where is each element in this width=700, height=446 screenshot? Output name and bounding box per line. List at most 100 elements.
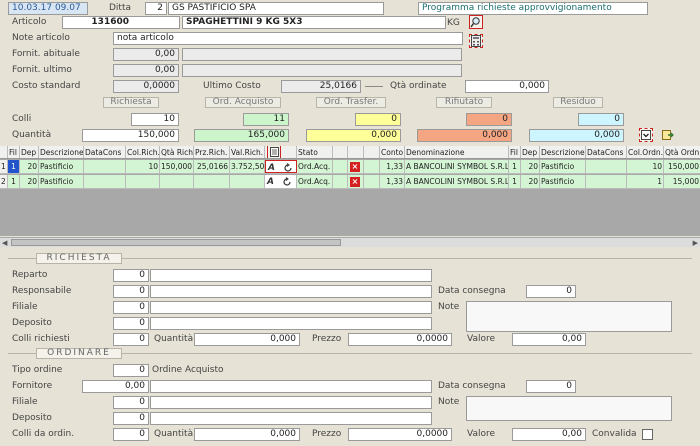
quantita-ord-trasfer-field: 0,000 (306, 129, 401, 142)
colli-richiesta-field[interactable]: 10 (131, 113, 179, 126)
ordinare-prezzo-field[interactable]: 0,0000 (348, 428, 452, 441)
note-label: Note (438, 302, 460, 312)
table-row[interactable]: 1 1 20 Pastificio 10 150,000 25,0166 3.7… (0, 160, 700, 174)
colli-da-ordin-field[interactable]: 0 (113, 428, 149, 441)
grid-header-dep-2: Dep (521, 146, 540, 158)
reparto-field[interactable]: 0 (113, 269, 149, 282)
grid-header-dep: Dep (20, 146, 39, 158)
grid-header-conto: Conto (381, 146, 405, 158)
quantita-ord-acquisto-field: 165,000 (194, 129, 289, 142)
row-descrizione: Pastificio (39, 175, 84, 188)
dropdown-button[interactable] (639, 128, 653, 142)
search-button[interactable] (469, 15, 483, 29)
grid-header-datacons: DataCons (84, 146, 126, 158)
ditta-name-field: GS PASTIFICIO SPA (168, 2, 384, 15)
fornit-ultimo-field[interactable]: 0,00 (113, 64, 179, 77)
prezzo-richiesta-field[interactable]: 0,0000 (348, 333, 452, 346)
fornitore-field[interactable]: 0,00 (82, 380, 149, 393)
row-dep-2: 20 (521, 160, 540, 173)
row-dep: 20 (20, 175, 39, 188)
ordinare-quantita-label: Quantità (154, 429, 194, 439)
note-textarea[interactable] (466, 301, 672, 332)
chevron-down-icon (641, 130, 651, 140)
articolo-code-field[interactable]: 131600 (62, 16, 180, 29)
grid-header-icon-col (265, 146, 297, 158)
refresh-icon[interactable] (282, 177, 292, 187)
data-consegna-field[interactable]: 0 (526, 285, 576, 298)
quantita-richiesta-field[interactable]: 150,000 (82, 129, 179, 142)
scroll-right-arrow[interactable]: ▶ (693, 239, 698, 247)
fornit-abituale-field[interactable]: 0,00 (113, 48, 179, 61)
row-datacons (84, 160, 126, 173)
row-actions: A (265, 160, 297, 173)
row-blank-3 (364, 175, 380, 188)
row-col-ordn: 10 (627, 160, 664, 173)
ultimo-costo-label: Ultimo Costo (203, 81, 261, 91)
row-actions: A (265, 175, 297, 188)
ordinare-deposito-field[interactable]: 0 (113, 412, 149, 425)
header-ord-acquisto: Ord. Acquisto (205, 97, 281, 108)
filiale-field[interactable]: 0 (113, 301, 149, 314)
grid-header-descrizione-2: Descrizione (541, 146, 586, 158)
row-blank-3 (364, 160, 380, 173)
convalida-checkbox[interactable] (642, 429, 653, 440)
program-title: Programma richieste approvvigionamento (418, 2, 648, 15)
ordinare-data-consegna-field[interactable]: 0 (526, 380, 576, 393)
scroll-thumb[interactable] (11, 239, 341, 246)
valore-richiesta-field: 0,00 (512, 333, 586, 346)
row-val-rich: 3.752,50 (231, 160, 265, 173)
row-fil[interactable]: 1 (8, 160, 20, 173)
refresh-icon[interactable] (283, 163, 293, 173)
row-qta-ordn: 150,000 (667, 162, 699, 171)
calculator-button[interactable] (469, 34, 483, 48)
row-delete-cell: × (348, 160, 364, 173)
delete-icon[interactable]: × (350, 162, 360, 172)
fornit-abituale-label: Fornit. abituale (12, 49, 80, 59)
ordinare-filiale-desc-field (150, 396, 432, 409)
header-residuo: Residuo (553, 97, 603, 108)
colli-ord-acquisto-field: 11 (243, 113, 289, 126)
grid-header-row: Fil Dep Descrizione DataCons Col.Rich. Q… (0, 146, 700, 159)
row-stato: Ord.Acq. (297, 160, 333, 173)
note-articolo-field[interactable]: nota articolo (113, 32, 463, 45)
grid-doc-button[interactable] (267, 146, 281, 158)
requests-grid[interactable]: Fil Dep Descrizione DataCons Col.Rich. Q… (0, 146, 700, 236)
responsabile-field[interactable]: 0 (113, 285, 149, 298)
ditta-label: Ditta (109, 3, 132, 13)
ordinare-note-textarea[interactable] (466, 396, 672, 421)
filiale-label: Filiale (12, 302, 38, 312)
row-denominazione: A BANCOLINI SYMBOL S.R.L. (406, 175, 509, 188)
grid-header-qta-ordn: Qtà Ordn. (665, 148, 700, 157)
scroll-left-arrow[interactable]: ◀ (2, 239, 7, 247)
row-dep-2: 20 (521, 175, 540, 188)
colli-richiesti-field[interactable]: 0 (113, 333, 149, 346)
export-icon[interactable] (662, 129, 674, 141)
ordinare-quantita-field[interactable]: 0,000 (194, 428, 300, 441)
row-denominazione: A BANCOLINI SYMBOL S.R.L. (406, 160, 509, 173)
tipo-ordine-field[interactable]: 0 (113, 364, 149, 377)
fornit-ultimo-name-field (182, 64, 462, 77)
grid-header-blank-3 (364, 146, 380, 158)
edit-text-icon[interactable]: A (267, 175, 274, 188)
row-fil[interactable]: 1 (8, 175, 20, 188)
reparto-desc-field (150, 269, 432, 282)
ordinare-filiale-field[interactable]: 0 (113, 396, 149, 409)
costo-standard-label: Costo standard (12, 81, 81, 91)
row-datacons (84, 175, 126, 188)
edit-text-icon[interactable]: A (268, 161, 275, 172)
row-descrizione-2: Pastificio (540, 175, 586, 188)
delete-icon[interactable]: × (350, 177, 360, 187)
row-col-ordn: 1 (627, 175, 664, 188)
ordinare-valore-label: Valore (467, 429, 496, 439)
quantita-richiesta-input[interactable]: 0,000 (194, 333, 300, 346)
data-consegna-label: Data consegna (438, 286, 506, 296)
table-row[interactable]: 2 1 20 Pastificio A Ord.Acq. × 1,33 A BA… (0, 175, 700, 189)
horizontal-scrollbar[interactable]: ◀ ▶ (0, 237, 700, 247)
colli-ord-trasfer-field: 0 (355, 113, 401, 126)
deposito-label: Deposito (12, 318, 52, 328)
header-ord-trasfer: Ord. Trasfer. (316, 97, 386, 108)
grid-header-qta-rich: Qtà Rich. (161, 146, 194, 158)
ditta-code-field[interactable]: 2 (145, 2, 167, 15)
reparto-label: Reparto (12, 270, 48, 280)
deposito-field[interactable]: 0 (113, 317, 149, 330)
